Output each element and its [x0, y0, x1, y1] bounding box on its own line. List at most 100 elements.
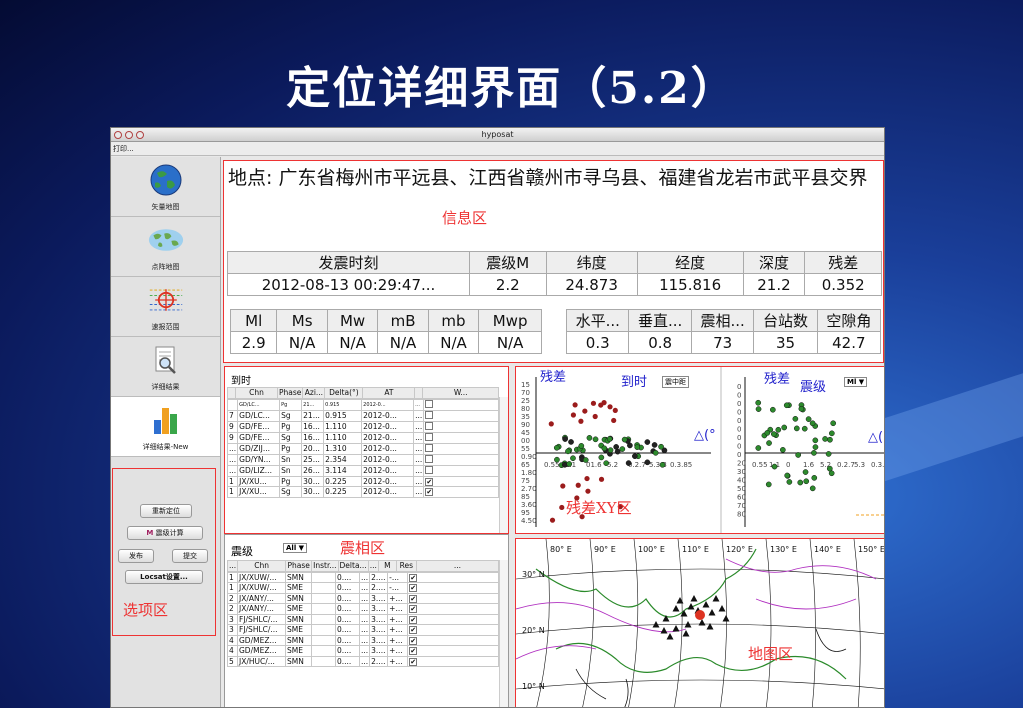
y-tick-label: 0: [737, 400, 741, 408]
residual-point: [598, 454, 605, 461]
weight-checkbox-cell[interactable]: ✔: [423, 475, 499, 487]
epicenter-map[interactable]: 80° E 90° E 100° E 110° E 120° E 130° E 140° E…: [516, 539, 885, 708]
weight-checkbox-cell[interactable]: [423, 398, 499, 411]
weight-checkbox[interactable]: [425, 466, 434, 474]
weight-checkbox[interactable]: ✔: [425, 477, 434, 486]
table-row[interactable]: ... GD/YN... Sn 25... 2.354 2012-0......: [226, 453, 499, 466]
use-checkbox-cell[interactable]: ✔: [407, 613, 499, 625]
table-row[interactable]: 9 GD/FE... Sg 16... 1.110 2012-0......: [226, 431, 499, 444]
use-checkbox-cell[interactable]: ✔: [407, 634, 499, 646]
magnitude-type-select[interactable]: Ml ▼: [844, 377, 868, 387]
col-phase[interactable]: Phase: [276, 387, 304, 399]
col-chn[interactable]: Chn: [237, 560, 287, 572]
weight-checkbox-cell[interactable]: [423, 420, 499, 433]
locsat-settings-button[interactable]: Locsat设置...: [125, 570, 203, 584]
col-chn[interactable]: Chn: [235, 387, 278, 399]
table-cell: SME: [285, 645, 312, 657]
table-row[interactable]: GD/LC... Pg 21... 0.915 2012-0......: [226, 398, 499, 411]
submit-button[interactable]: 提交: [172, 549, 208, 563]
col-phase[interactable]: Phase: [285, 560, 313, 572]
use-checkbox[interactable]: ✔: [409, 636, 418, 645]
weight-checkbox-cell[interactable]: [423, 409, 499, 422]
sidebar-item-detail-result-new[interactable]: 详细结果-New: [111, 397, 220, 457]
residual-point: [549, 517, 556, 523]
weight-checkbox[interactable]: [425, 444, 434, 452]
relocate-button[interactable]: 重新定位: [140, 504, 192, 518]
use-checkbox-cell[interactable]: ✔: [407, 624, 499, 636]
use-checkbox-cell[interactable]: ✔: [407, 645, 499, 657]
col-weight[interactable]: W...: [422, 387, 499, 399]
table-row[interactable]: 3 FJ/SHLC/... SME 0....... 3.... +... ✔: [227, 624, 499, 636]
table-row[interactable]: 9 GD/FE... Pg 16... 1.110 2012-0......: [226, 420, 499, 433]
weight-checkbox[interactable]: [425, 400, 434, 408]
use-checkbox[interactable]: ✔: [409, 626, 418, 635]
sidebar-item-detail-result[interactable]: 详细结果: [111, 337, 220, 397]
weight-checkbox[interactable]: [425, 422, 434, 430]
table-row[interactable]: 2 JX/ANY/... SME 0....... 3.... +... ✔: [227, 603, 499, 615]
table-row[interactable]: ... GD/ZIJ... Pg 20... 1.310 2012-0......: [226, 442, 499, 455]
table-cell: SMN: [285, 571, 312, 583]
weight-checkbox-cell[interactable]: [423, 431, 499, 444]
minimize-window-icon[interactable]: [125, 131, 133, 139]
table-row[interactable]: 1 JX/XUW/... SMN 0....... 2.... -... ✔: [227, 571, 499, 583]
weight-checkbox[interactable]: [425, 411, 434, 419]
use-checkbox[interactable]: ✔: [409, 657, 418, 666]
use-checkbox[interactable]: ✔: [409, 573, 418, 582]
use-checkbox[interactable]: ✔: [409, 584, 418, 593]
magnitude-calc-button[interactable]: M 震级计算: [127, 526, 203, 540]
col-m[interactable]: M: [377, 560, 397, 572]
col-index[interactable]: [227, 387, 236, 399]
table-row[interactable]: 2 JX/ANY/... SMN 0....... 3.... +... ✔: [227, 592, 499, 604]
weight-checkbox[interactable]: [425, 455, 434, 463]
table-row[interactable]: ... GD/LIZ... Sn 26... 3.114 2012-0......: [226, 464, 499, 477]
residual-point: [598, 476, 605, 482]
table-row[interactable]: 1 JX/XU... Sg 30... 0.225 2012-0...... ✔: [226, 486, 499, 498]
close-window-icon[interactable]: [114, 131, 122, 139]
menu-print[interactable]: 打印...: [113, 145, 134, 153]
sidebar-item-report-range[interactable]: 速报范围: [111, 277, 220, 337]
arrivals-scrollbar[interactable]: [499, 397, 508, 533]
use-checkbox-cell[interactable]: ✔: [407, 603, 499, 615]
weight-checkbox[interactable]: ✔: [425, 488, 434, 497]
table-row[interactable]: 4 GD/MEZ... SMN 0....... 3.... +... ✔: [227, 634, 499, 646]
col-delta[interactable]: Delta(°): [324, 387, 364, 399]
use-checkbox[interactable]: ✔: [409, 594, 418, 603]
phase-filter-select[interactable]: All ▼: [283, 543, 308, 553]
phases-scrollbar[interactable]: [499, 560, 508, 707]
col-extra[interactable]: [414, 387, 424, 399]
col-instr[interactable]: Instr...: [311, 560, 339, 572]
weight-checkbox-cell[interactable]: ✔: [423, 486, 499, 498]
use-checkbox[interactable]: ✔: [409, 615, 418, 624]
use-checkbox[interactable]: ✔: [409, 605, 418, 614]
zoom-window-icon[interactable]: [136, 131, 144, 139]
col-azimuth[interactable]: Azi...: [302, 387, 326, 399]
table-row[interactable]: 1 JX/XU... Pg 30... 0.225 2012-0...... ✔: [226, 475, 499, 487]
table-row[interactable]: 5 JX/HUC/... SMN 0....... 2.... +... ✔: [227, 655, 499, 667]
weight-checkbox-cell[interactable]: [423, 464, 499, 477]
longitude-label: 90° E: [594, 545, 616, 554]
table-row[interactable]: 7 GD/LC... Sg 21... 0.915 2012-0......: [226, 409, 499, 422]
col-at[interactable]: AT: [362, 387, 416, 399]
col-index[interactable]: ...: [226, 560, 239, 572]
use-checkbox[interactable]: ✔: [409, 647, 418, 656]
col-delta[interactable]: Delta...: [337, 560, 369, 572]
use-checkbox-cell[interactable]: ✔: [407, 655, 499, 667]
col-use[interactable]: ...: [415, 560, 500, 572]
weight-checkbox[interactable]: [425, 433, 434, 441]
residual-point: [651, 442, 658, 448]
sidebar-item-raster-map[interactable]: 点阵地图: [111, 217, 220, 277]
table-row[interactable]: 4 GD/MEZ... SME 0....... 3.... +... ✔: [227, 645, 499, 657]
weight-checkbox-cell[interactable]: [423, 442, 499, 455]
use-checkbox-cell[interactable]: ✔: [407, 582, 499, 594]
residual-point: [570, 412, 576, 418]
distance-select[interactable]: 震中距: [662, 376, 689, 388]
table-row[interactable]: 3 FJ/SHLC/... SMN 0....... 3.... +... ✔: [227, 613, 499, 625]
col-extra[interactable]: ...: [367, 560, 379, 572]
col-res[interactable]: Res: [395, 560, 417, 572]
publish-button[interactable]: 发布: [118, 549, 154, 563]
weight-checkbox-cell[interactable]: [423, 453, 499, 466]
table-row[interactable]: 1 JX/XUW/... SME 0....... 2.... -... ✔: [227, 582, 499, 594]
use-checkbox-cell[interactable]: ✔: [407, 592, 499, 604]
sidebar-item-vector-map[interactable]: 矢量地图: [111, 157, 220, 217]
use-checkbox-cell[interactable]: ✔: [407, 571, 499, 583]
